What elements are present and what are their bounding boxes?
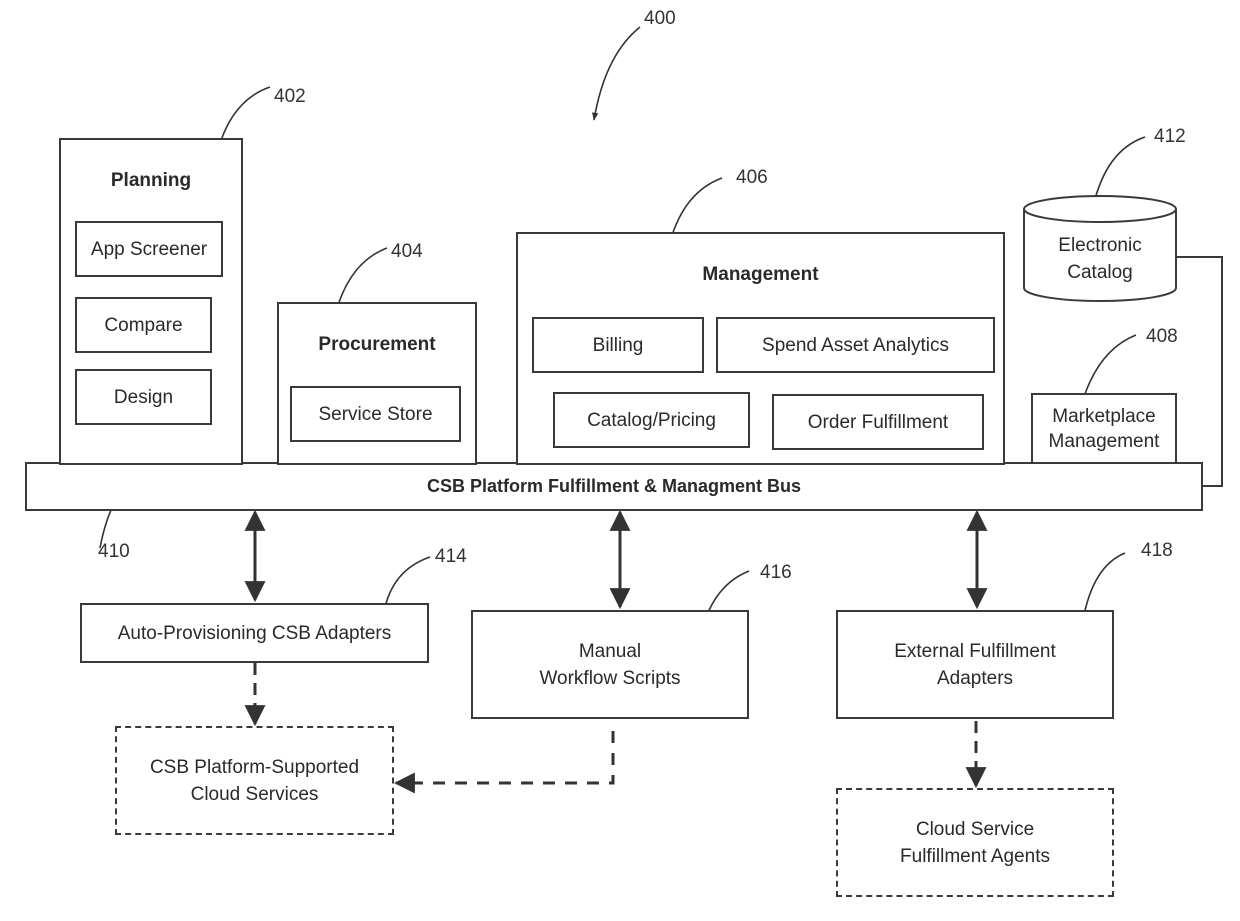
compare-label: Compare xyxy=(104,314,183,336)
app-screener-label: App Screener xyxy=(90,238,208,260)
manual-scripts-line1: Manual xyxy=(578,640,642,662)
service-store-label: Service Store xyxy=(318,403,433,425)
spend-asset-analytics-label: Spend Asset Analytics xyxy=(762,334,949,356)
external-adapters-line1: External Fulfillment xyxy=(894,640,1056,662)
planning-ref-label: 402 xyxy=(274,86,306,107)
supported-services-line1: CSB Platform-Supported xyxy=(149,756,360,778)
management-title: Management xyxy=(702,264,819,285)
manual-workflow-scripts-box[interactable]: Manual Workflow Scripts xyxy=(471,610,749,719)
marketplace-label-line1: Marketplace xyxy=(1052,405,1156,427)
marketplace-ref-label: 408 xyxy=(1146,326,1178,347)
marketplace-label-line2: Management xyxy=(1048,430,1160,452)
catalog-bus-connector xyxy=(1176,256,1223,487)
manual-scripts-line2: Workflow Scripts xyxy=(539,667,681,689)
management-ref-label: 406 xyxy=(736,167,768,188)
spend-asset-analytics-box[interactable]: Spend Asset Analytics xyxy=(716,317,995,373)
cloud-service-fulfillment-agents-box[interactable]: Cloud Service Fulfillment Agents xyxy=(836,788,1114,897)
auto-adapters-label: Auto-Provisioning CSB Adapters xyxy=(117,622,392,644)
external-fulfillment-adapters-box[interactable]: External Fulfillment Adapters xyxy=(836,610,1114,719)
design-box[interactable]: Design xyxy=(75,369,212,425)
service-store-box[interactable]: Service Store xyxy=(290,386,461,442)
figure-leader-arrow xyxy=(592,26,641,121)
auto-adapters-ref-label: 414 xyxy=(435,546,467,567)
figure-ref-label: 400 xyxy=(644,8,676,29)
bus-ref-label: 410 xyxy=(98,541,130,562)
electronic-catalog-label[interactable]: Electronic Catalog xyxy=(1024,232,1176,286)
order-fulfillment-label: Order Fulfillment xyxy=(807,411,949,433)
management-module[interactable]: Management Billing Spend Asset Analytics… xyxy=(516,232,1005,465)
procurement-ref-label: 404 xyxy=(391,241,423,262)
planning-module[interactable]: Planning App Screener Compare Design xyxy=(59,138,243,465)
fulfillment-agents-line1: Cloud Service xyxy=(915,818,1035,840)
planning-title: Planning xyxy=(110,170,192,191)
marketplace-management-box[interactable]: Marketplace Management xyxy=(1031,393,1177,464)
manual-scripts-ref-label: 416 xyxy=(760,562,792,583)
procurement-module[interactable]: Procurement Service Store xyxy=(277,302,477,465)
app-screener-box[interactable]: App Screener xyxy=(75,221,223,277)
external-adapters-line2: Adapters xyxy=(936,667,1014,689)
billing-label: Billing xyxy=(592,334,644,356)
catalog-label-line1: Electronic xyxy=(1058,235,1142,256)
compare-box[interactable]: Compare xyxy=(75,297,212,353)
catalog-label-line2: Catalog xyxy=(1067,262,1133,283)
external-adapters-ref-label: 418 xyxy=(1141,540,1173,561)
bus-label: CSB Platform Fulfillment & Managment Bus xyxy=(426,476,802,496)
fulfillment-agents-line2: Fulfillment Agents xyxy=(900,845,1050,867)
billing-box[interactable]: Billing xyxy=(532,317,704,373)
order-fulfillment-box[interactable]: Order Fulfillment xyxy=(772,394,984,450)
design-label: Design xyxy=(113,386,174,408)
procurement-title: Procurement xyxy=(318,334,436,355)
catalog-ref-label: 412 xyxy=(1154,126,1186,147)
auto-provisioning-adapters-box[interactable]: Auto-Provisioning CSB Adapters xyxy=(80,603,429,663)
supported-services-line2: Cloud Services xyxy=(190,783,319,805)
catalog-pricing-label: Catalog/Pricing xyxy=(587,409,716,431)
csb-platform-bus[interactable]: CSB Platform Fulfillment & Managment Bus xyxy=(25,462,1203,511)
manual-scripts-to-services-arrow xyxy=(393,731,615,794)
catalog-pricing-box[interactable]: Catalog/Pricing xyxy=(553,392,750,448)
csb-supported-cloud-services-box[interactable]: CSB Platform-Supported Cloud Services xyxy=(115,726,394,835)
